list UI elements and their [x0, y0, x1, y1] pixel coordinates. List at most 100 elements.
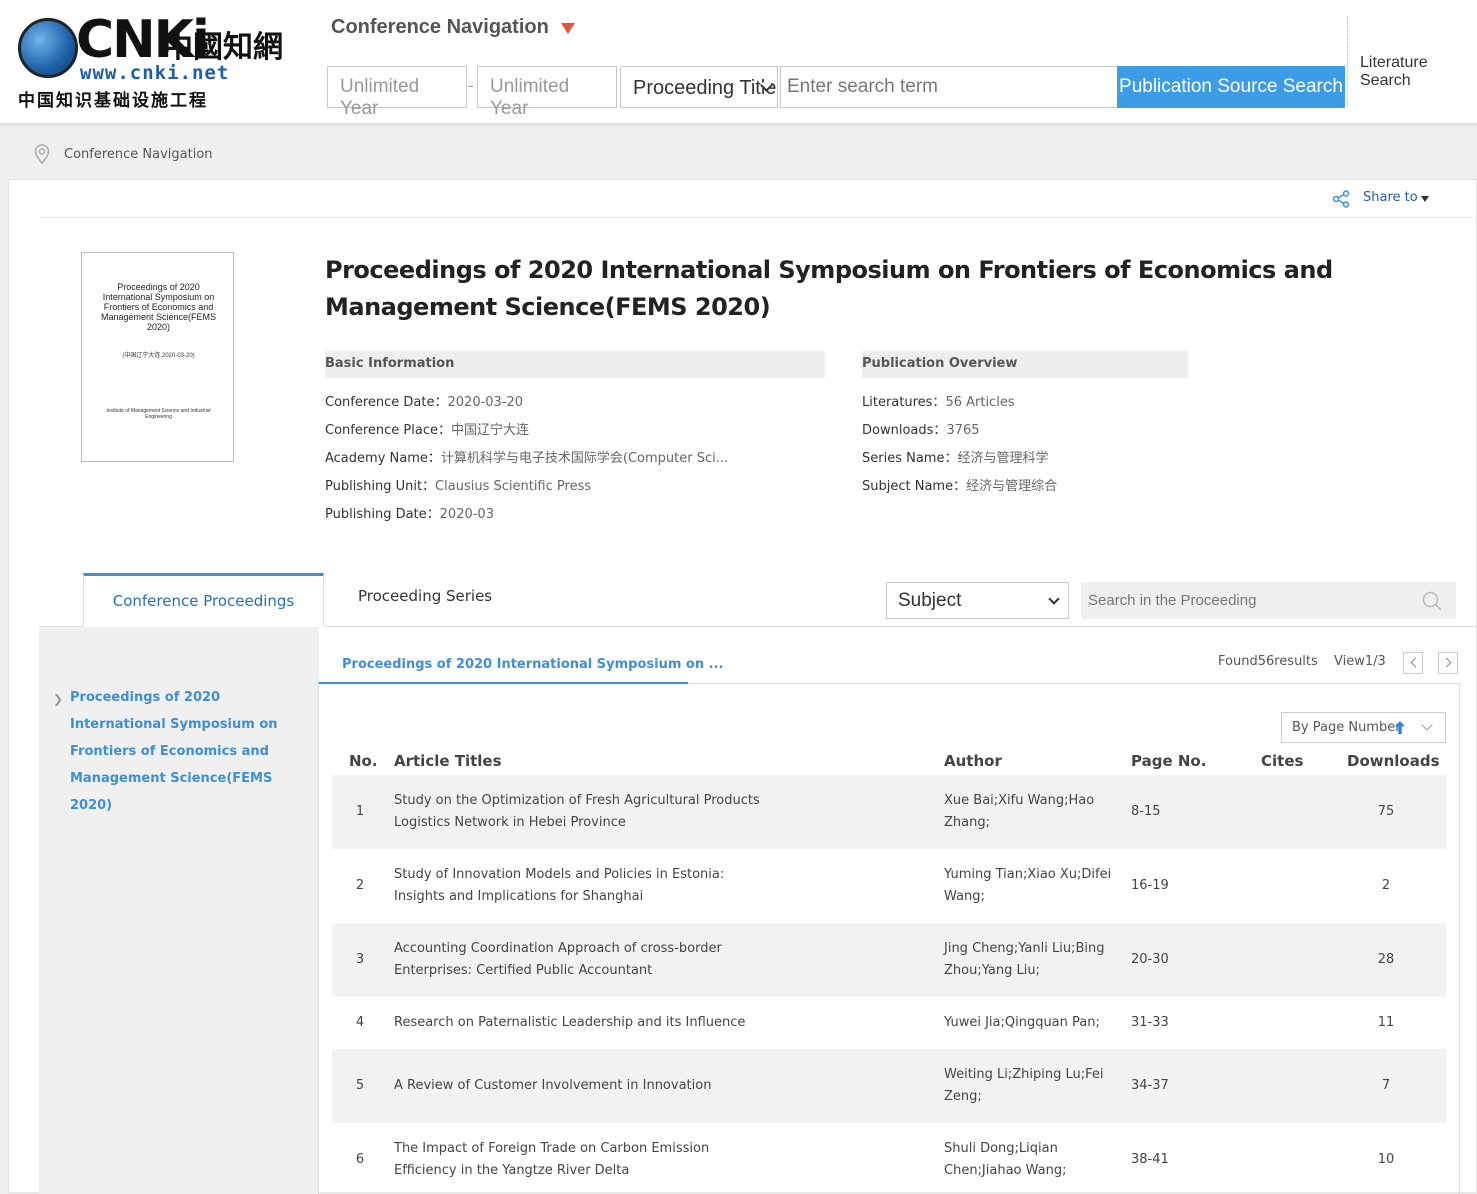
author-link[interactable]: Jing Cheng;Yanli Liu;Bing Zhou;Yang Liu; [944, 938, 1124, 982]
table-row: 4 Research on Paternalistic Leadership a… [332, 997, 1446, 1049]
divider [1459, 683, 1460, 1194]
caret-down-icon[interactable] [1421, 196, 1429, 202]
chevron-right-icon[interactable]: ❯ [53, 692, 63, 706]
cover-title: Proceedings of 2020 International Sympos… [100, 282, 217, 332]
literature-search-link[interactable]: Literature Search [1360, 54, 1477, 90]
conference-place: Conference Place：中国辽宁大连 [325, 419, 529, 438]
table-row: 5 A Review of Customer Involvement in In… [332, 1049, 1446, 1123]
row-no: 6 [355, 1152, 365, 1167]
tab-proceeding-series[interactable]: Proceeding Series [358, 587, 492, 605]
field-select-value: Proceeding Title [633, 77, 777, 99]
left-panel: ❯ Proceedings of 2020 International Symp… [39, 627, 319, 1194]
row-no: 4 [355, 1015, 365, 1030]
downloads: Downloads：3765 [862, 419, 980, 438]
table-row: 3 Accounting Coordination Approach of cr… [332, 923, 1446, 997]
page-no: 16-19 [1131, 878, 1169, 893]
share-icon[interactable] [1332, 190, 1350, 208]
logo-subtitle: 中国知识基础设施工程 [18, 91, 208, 111]
chevron-right-icon [1441, 657, 1452, 668]
location-pin-icon [34, 144, 50, 164]
page-no: 20-30 [1131, 952, 1169, 967]
page-no: 31-33 [1131, 1015, 1169, 1030]
year-to-input[interactable]: Unlimited Year [477, 66, 617, 119]
col-header-author: Author [944, 752, 1002, 770]
kv-value: 2020-03 [439, 507, 494, 522]
article-title-link[interactable]: The Impact of Foreign Trade on Carbon Em… [394, 1138, 774, 1182]
table-row: 6 The Impact of Foreign Trade on Carbon … [332, 1123, 1446, 1193]
subject-select[interactable]: Subject [886, 582, 1069, 619]
kv-key: Subject Name： [862, 479, 967, 494]
page-indicator: View1/3 [1334, 654, 1386, 669]
caret-down-icon[interactable] [561, 23, 575, 34]
divider [318, 683, 319, 1194]
globe-icon [18, 18, 78, 78]
header-divider [1347, 16, 1348, 106]
article-title-link[interactable]: Study on the Optimization of Fresh Agric… [394, 790, 774, 834]
arrow-up-icon [1395, 721, 1405, 734]
page-no: 34-37 [1131, 1078, 1169, 1093]
col-header-page[interactable]: Page No. [1131, 752, 1206, 770]
search-icon[interactable] [1422, 591, 1442, 611]
field-select[interactable]: Proceeding Title [620, 66, 778, 108]
literatures: Literatures：56 Articles [862, 391, 1015, 410]
download-count: 2 [1381, 878, 1391, 893]
download-count: 75 [1377, 804, 1395, 819]
content-tab-proceeding[interactable]: Proceedings of 2020 International Sympos… [342, 657, 723, 672]
tab-conference-proceedings[interactable]: Conference Proceedings [83, 573, 324, 627]
download-count: 11 [1377, 1015, 1395, 1030]
col-header-title[interactable]: Article Titles [394, 752, 502, 770]
author-link[interactable]: Xue Bai;Xifu Wang;Hao Zhang; [944, 790, 1124, 834]
author-link[interactable]: Yuwei Jia;Qingquan Pan; [944, 1012, 1124, 1034]
next-page-button[interactable] [1438, 652, 1458, 674]
article-title-link[interactable]: A Review of Customer Involvement in Inno… [394, 1075, 774, 1097]
kv-value: 经济与管理综合 [966, 479, 1058, 494]
kv-key: Publishing Date： [325, 507, 440, 522]
kv-key: Literatures： [862, 395, 946, 410]
sort-select[interactable]: By Page Number [1281, 712, 1446, 743]
proceeding-cover: Proceedings of 2020 International Sympos… [81, 252, 234, 462]
page-no: 8-15 [1131, 804, 1161, 819]
author-link[interactable]: Shuli Dong;Liqian Chen;Jiahao Wang; [944, 1138, 1124, 1182]
subject-select-value: Subject [898, 590, 962, 611]
cover-middle: (中国辽宁大连 2020-03-20) [122, 353, 195, 359]
author-link[interactable]: Weiting Li;Zhiping Lu;Fei Zeng; [944, 1064, 1124, 1108]
kv-key: Academy Name： [325, 451, 441, 466]
tree-item-proceeding[interactable]: Proceedings of 2020 International Sympos… [70, 684, 310, 819]
chevron-down-icon [1048, 593, 1060, 605]
divider [39, 217, 1473, 218]
col-header-cites[interactable]: Cites [1261, 752, 1303, 770]
article-title-link[interactable]: Research on Paternalistic Leadership and… [394, 1012, 774, 1034]
kv-value: 56 Articles [945, 395, 1015, 410]
kv-value: Clausius Scientific Press [435, 479, 592, 494]
author-link[interactable]: Yuming Tian;Xiao Xu;Difei Wang; [944, 864, 1124, 908]
cnki-logo[interactable]: CNKi 中國知網 www.cnki.net 中国知识基础设施工程 [18, 10, 283, 111]
proceeding-search-input[interactable]: Search in the Proceeding [1081, 582, 1456, 619]
row-no: 5 [355, 1078, 365, 1093]
table-row: 1 Study on the Optimization of Fresh Agr… [332, 775, 1446, 849]
basic-info-heading: Basic Information [325, 351, 825, 378]
article-title-link[interactable]: Accounting Coordination Approach of cros… [394, 938, 774, 982]
kv-value: 计算机科学与电子技术国际学会(Computer Sci... [440, 451, 729, 466]
publication-source-search-button[interactable]: Publication Source Search [1117, 66, 1345, 108]
share-to-button[interactable]: Share to [1363, 190, 1418, 205]
col-header-downloads[interactable]: Downloads [1347, 752, 1440, 770]
kv-key: Series Name： [862, 451, 958, 466]
nav-title[interactable]: Conference Navigation [331, 16, 549, 39]
publishing-date: Publishing Date：2020-03 [325, 503, 494, 522]
overview-heading: Publication Overview [862, 351, 1188, 378]
article-title-link[interactable]: Study of Innovation Models and Policies … [394, 864, 774, 908]
logo-cn-name: 中國知網 [163, 30, 283, 65]
search-input[interactable]: Enter search term [780, 66, 1118, 108]
breadcrumb[interactable]: Conference Navigation [64, 147, 213, 162]
cover-bottom: Institute of Management Science and Indu… [106, 408, 211, 420]
year-from-input[interactable]: Unlimited Year [327, 66, 467, 119]
active-tab-underline [318, 682, 688, 684]
conference-date: Conference Date：2020-03-20 [325, 391, 523, 410]
subject-name: Subject Name：经济与管理综合 [862, 475, 1057, 494]
prev-page-button[interactable] [1403, 652, 1423, 674]
row-no: 2 [355, 878, 365, 893]
logo-url: www.cnki.net [80, 62, 230, 84]
table-row: 2 Study of Innovation Models and Policie… [332, 849, 1446, 923]
kv-key: Conference Place： [325, 423, 451, 438]
kv-key: Conference Date： [325, 395, 448, 410]
